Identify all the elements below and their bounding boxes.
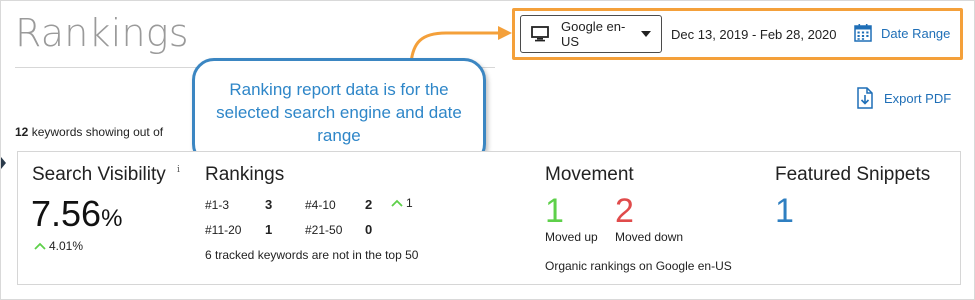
keyword-summary: 12 keywords showing out of [15,125,163,139]
rank-bucket-count: 2 [365,197,373,212]
callout-text: Ranking report data is for the selected … [216,79,462,145]
moved-down-label: Moved down [615,230,684,244]
info-icon[interactable]: i [177,165,180,175]
featured-snippets-value[interactable]: 1 [775,192,794,231]
search-visibility-number: 7.56 [31,193,102,234]
left-marker-icon [1,157,6,169]
date-range-button[interactable]: Date Range [853,23,950,43]
pdf-download-icon [857,87,873,109]
search-visibility-value: 7.56% [31,193,122,235]
featured-snippets-title: Featured Snippets [775,164,931,185]
moved-up-value[interactable]: 1 [545,192,564,231]
rank-bucket-count: 1 [265,222,273,237]
moved-up-label: Moved up [545,230,598,244]
rankings-note: 6 tracked keywords are not in the top 50 [205,248,419,262]
rank-bucket-label: #1-3 [205,198,230,212]
search-visibility-unit: % [101,205,123,232]
moved-down-value[interactable]: 2 [615,192,634,231]
rank-delta: 1 [391,196,413,210]
monitor-icon [531,26,549,42]
arrow-up-icon [391,199,403,207]
keyword-summary-text: keywords showing out of [31,125,164,139]
arrow-up-icon [34,242,46,250]
date-range-text: Dec 13, 2019 - Feb 28, 2020 [671,27,837,42]
page-title: Rankings [15,11,189,55]
search-engine-label: Google en-US [561,19,626,49]
date-range-label: Date Range [881,25,951,41]
search-visibility-change: 4.01% [34,239,83,253]
search-visibility-title: Search Visibility [32,164,166,185]
rank-bucket-label: #4-10 [305,198,336,212]
rank-bucket-count: 3 [265,197,273,212]
keyword-count: 12 [15,125,29,139]
export-pdf-label: Export PDF [884,90,952,106]
chevron-down-icon [641,31,651,37]
callout-bubble: Ranking report data is for the selected … [192,58,486,166]
search-visibility-change-value: 4.01% [49,239,84,253]
search-engine-select[interactable]: Google en-US [520,15,662,53]
movement-note: Organic rankings on Google en-US [545,259,732,273]
export-pdf-button[interactable]: Export PDF [856,87,951,109]
calendar-icon [854,24,872,42]
rank-delta-value: 1 [406,196,413,210]
rankings-title: Rankings [205,164,285,185]
rank-bucket-label: #11-20 [205,223,242,237]
rank-bucket-count: 0 [365,222,373,237]
movement-title: Movement [545,164,634,185]
rank-bucket-label: #21-50 [305,223,343,237]
